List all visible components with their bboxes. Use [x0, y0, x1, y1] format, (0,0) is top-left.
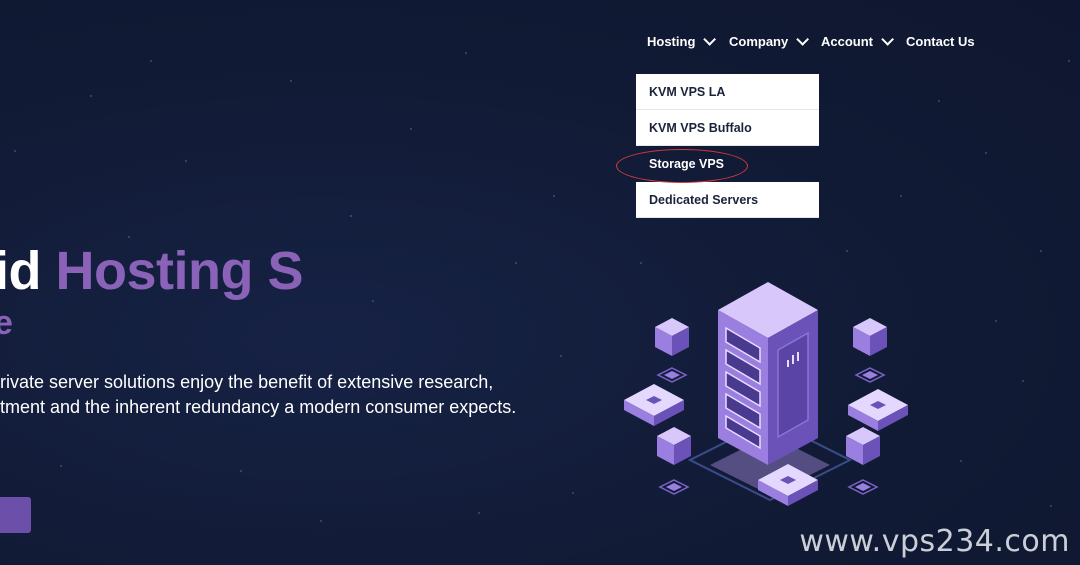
server-rack-illustration [624, 282, 908, 506]
nav-item-label: Company [729, 34, 789, 49]
chevron-down-icon [796, 33, 810, 46]
hero-title-white: id [0, 241, 56, 301]
cube-icon [657, 427, 691, 465]
watermark-text: www.vps234.com [799, 524, 1070, 559]
dropdown-item-dedicated-servers[interactable]: Dedicated Servers [636, 182, 819, 218]
dropdown-item-kvm-vps-la[interactable]: KVM VPS LA [636, 74, 819, 110]
nav-item-label: Contact Us [906, 34, 975, 49]
dropdown-item-kvm-vps-buffalo[interactable]: KVM VPS Buffalo [636, 110, 819, 146]
nav-item-hosting[interactable]: Hosting [647, 33, 717, 49]
hosting-dropdown-menu: KVM VPS LA KVM VPS Buffalo Storage VPS D… [636, 74, 819, 218]
hero-description-line-2: tment and the inherent redundancy a mode… [0, 397, 517, 417]
hero-cta-button[interactable] [0, 497, 31, 533]
device-box-icon [848, 389, 908, 431]
hero-description-line-1: rivate server solutions enjoy the benefi… [0, 372, 494, 392]
hero-title: id Hosting S [0, 240, 303, 302]
top-navigation: Hosting Company Account Contact Us [0, 0, 1080, 88]
chevron-down-icon [703, 33, 717, 46]
cube-icon [853, 318, 887, 356]
chevron-down-icon [881, 33, 894, 46]
cube-icon [655, 318, 689, 356]
hero-subtitle: e [0, 304, 13, 342]
device-box-icon [624, 384, 684, 426]
hero-description: rivate server solutions enjoy the benefi… [0, 370, 516, 420]
server-rack-icon [718, 282, 818, 465]
nav-item-contact-us[interactable]: Contact Us [906, 34, 975, 49]
hero-title-accent: Hosting S [55, 241, 304, 301]
page: Hosting Company Account Contact Us KVM V… [0, 0, 1080, 565]
cube-icon [846, 427, 880, 465]
nav-item-company[interactable]: Company [729, 33, 810, 49]
nav-item-label: Account [821, 34, 873, 49]
annotation-highlight-ellipse [616, 149, 748, 183]
nav-item-account[interactable]: Account [821, 33, 894, 49]
nav-item-label: Hosting [647, 34, 696, 49]
